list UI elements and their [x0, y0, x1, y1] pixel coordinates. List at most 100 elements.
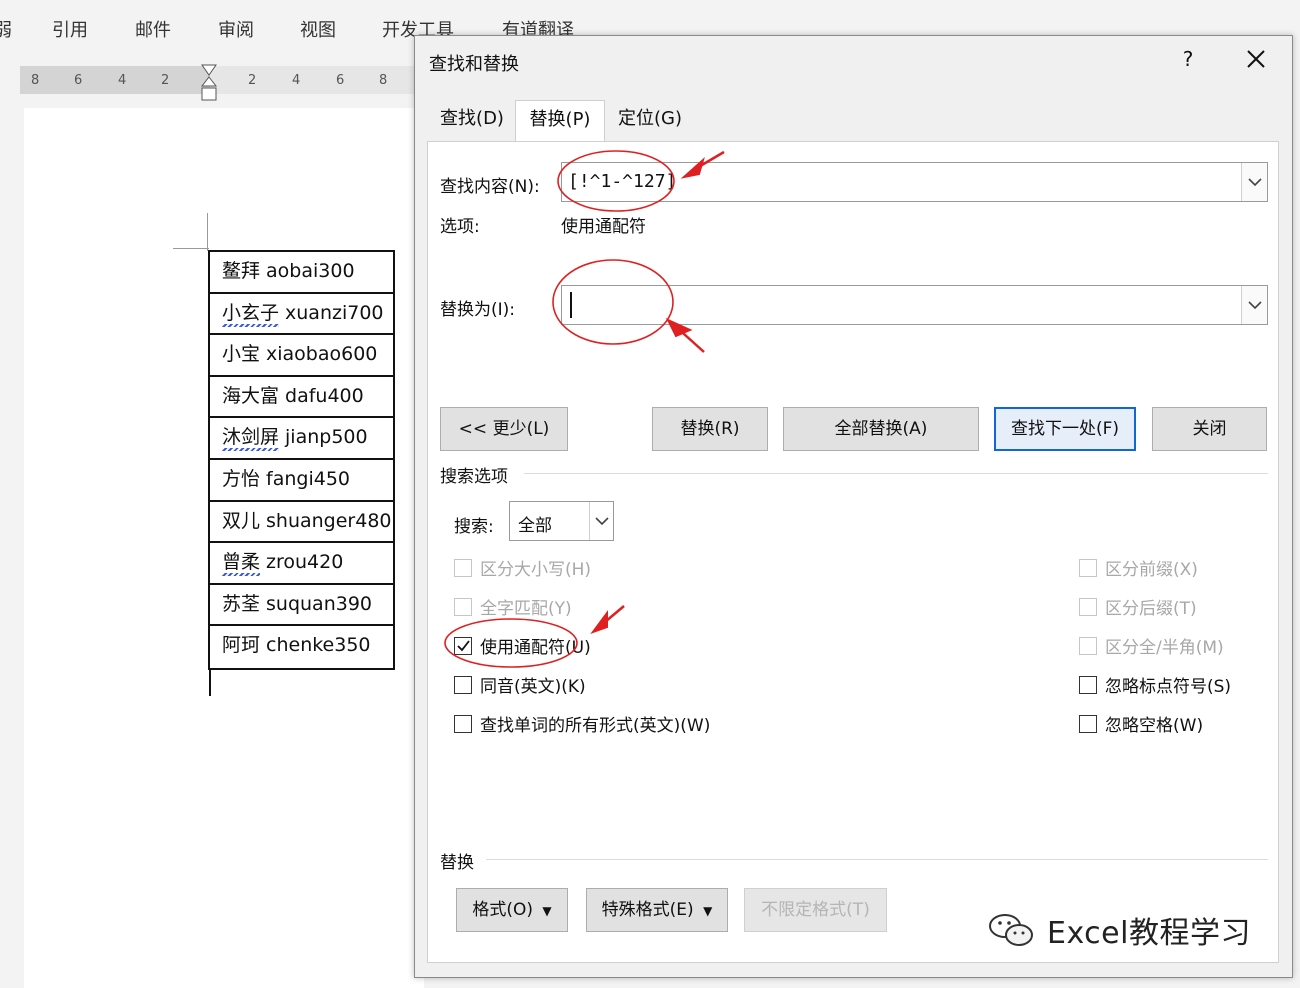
replace-with-label: 替换为(I):: [440, 300, 516, 320]
less-button[interactable]: << 更少(L): [440, 407, 568, 451]
caret-down-icon: ▼: [703, 904, 713, 918]
option-label: 忽略空格(W): [1105, 716, 1204, 736]
table-row[interactable]: 曾柔 zrou420: [210, 543, 393, 585]
option-label: 全字匹配(Y): [480, 599, 572, 619]
replace-button[interactable]: 替换(R): [652, 407, 768, 451]
close-icon[interactable]: [1243, 46, 1269, 72]
chinese-name: 双儿: [222, 509, 261, 532]
pinyin-name: shuanger480: [266, 509, 392, 532]
find-what-value: [!^1-^127]: [568, 171, 677, 192]
option-checkbox[interactable]: 区分大小写(H): [454, 555, 591, 580]
find-next-button[interactable]: 查找下一处(F): [994, 407, 1136, 451]
option-checkbox[interactable]: 区分前缀(X): [1079, 555, 1198, 580]
pinyin-name: xiaobao600: [266, 343, 378, 366]
checkbox-icon[interactable]: [1079, 597, 1097, 616]
chinese-name: 方怡: [222, 467, 261, 490]
document-caret: [209, 668, 211, 696]
replace-all-button[interactable]: 全部替换(A): [783, 407, 979, 451]
horizontal-ruler: 8 6 4 2 2 4 6 8: [20, 64, 420, 101]
table-row[interactable]: 沐剑屏 jianp500: [210, 418, 393, 460]
search-label: 搜索:: [454, 517, 494, 537]
option-label: 区分后缀(T): [1105, 599, 1197, 619]
chevron-down-icon[interactable]: [1241, 286, 1267, 324]
ruler-tick: 4: [292, 73, 301, 88]
ribbon-tab-review[interactable]: 审阅: [218, 16, 254, 42]
table-row[interactable]: 小宝 xiaobao600: [210, 335, 393, 377]
checkbox-icon[interactable]: [1079, 636, 1097, 655]
option-label: 使用通配符(U): [480, 638, 591, 658]
watermark: Excel教程学习: [985, 908, 1251, 952]
ruler-margin-area: [20, 66, 210, 94]
table-row[interactable]: 小玄子 xuanzi700: [210, 294, 393, 336]
ribbon-tab-partial[interactable]: 弱: [0, 16, 12, 42]
option-checkbox[interactable]: 忽略空格(W): [1079, 711, 1203, 736]
table-row[interactable]: 海大富 dafu400: [210, 377, 393, 419]
checkbox-icon[interactable]: [1079, 714, 1097, 733]
option-label: 查找单词的所有形式(英文)(W): [480, 716, 711, 736]
tab-find[interactable]: 查找(D): [429, 100, 515, 140]
no-formatting-button[interactable]: 不限定格式(T): [744, 888, 887, 932]
pinyin-name: jianp500: [285, 426, 368, 449]
indent-marker-icon[interactable]: [201, 64, 217, 102]
checkbox-icon[interactable]: [1079, 558, 1097, 577]
checkbox-icon[interactable]: [454, 558, 472, 577]
format-button-label: 格式(O): [472, 900, 533, 920]
option-checkbox[interactable]: 查找单词的所有形式(英文)(W): [454, 711, 710, 736]
option-checkbox[interactable]: 区分后缀(T): [1079, 594, 1197, 619]
chinese-name: 海大富: [222, 384, 280, 407]
option-checkbox[interactable]: 同音(英文)(K): [454, 672, 586, 697]
pinyin-name: aobai300: [266, 260, 355, 282]
help-button[interactable]: ?: [1177, 47, 1199, 71]
text-caret: [570, 292, 572, 318]
table-row[interactable]: 鳌拜 aobai300: [210, 252, 393, 294]
tab-goto[interactable]: 定位(G): [607, 100, 693, 140]
replace-section-heading: 替换: [440, 853, 474, 873]
special-button-label: 特殊格式(E): [601, 900, 694, 920]
option-label: 区分全/半角(M): [1105, 638, 1224, 658]
ribbon-tab-view[interactable]: 视图: [300, 16, 336, 42]
special-button[interactable]: 特殊格式(E) ▼: [586, 888, 728, 932]
option-label: 同音(英文)(K): [480, 677, 586, 697]
tab-replace[interactable]: 替换(P): [515, 100, 605, 142]
option-checkbox[interactable]: 区分全/半角(M): [1079, 633, 1224, 658]
pinyin-name: chenke350: [266, 634, 371, 657]
ribbon-tab-mailings[interactable]: 邮件: [135, 16, 171, 42]
checkbox-icon[interactable]: [1079, 675, 1097, 694]
checkbox-icon[interactable]: [454, 675, 472, 694]
format-button[interactable]: 格式(O) ▼: [456, 888, 568, 932]
screenshot-stage: 弱 引用 邮件 审阅 视图 开发工具 有道翻译 8 6 4 2 2 4 6 8 …: [0, 0, 1300, 988]
checkbox-icon[interactable]: [454, 714, 472, 733]
pinyin-name: zrou420: [266, 551, 344, 574]
chevron-down-icon[interactable]: [589, 502, 613, 540]
ruler-tick: 2: [161, 73, 170, 88]
option-label: 区分大小写(H): [480, 560, 592, 580]
chevron-down-icon[interactable]: [1241, 163, 1267, 201]
close-button[interactable]: 关闭: [1152, 407, 1267, 451]
names-table[interactable]: 鳌拜 aobai300 小玄子 xuanzi700 小宝 xiaobao600 海大富 daf…: [208, 250, 395, 670]
option-checkbox[interactable]: 忽略标点符号(S): [1079, 672, 1231, 697]
chinese-name: 鳌拜: [222, 260, 261, 282]
ruler-tick: 8: [379, 73, 388, 88]
ruler-tick: 6: [74, 73, 83, 88]
pinyin-name: fangi450: [266, 467, 350, 490]
pinyin-name: xuanzi700: [285, 301, 384, 324]
checkbox-icon[interactable]: [454, 597, 472, 616]
table-row[interactable]: 方怡 fangi450: [210, 460, 393, 502]
ruler-tick: 6: [336, 73, 345, 88]
table-row[interactable]: 阿珂 chenke350: [210, 626, 393, 668]
table-row[interactable]: 苏荃 suquan390: [210, 585, 393, 627]
search-direction-select[interactable]: 全部: [509, 501, 614, 541]
find-what-input[interactable]: [!^1-^127]: [561, 162, 1268, 202]
replace-tab-panel: 查找内容(N): [!^1-^127] 选项: 使用通配符 替换为(I): <<…: [427, 141, 1279, 963]
replace-with-input[interactable]: [561, 285, 1268, 325]
checkbox-checked-icon[interactable]: [454, 636, 472, 655]
table-row[interactable]: 双儿 shuanger480: [210, 502, 393, 544]
margin-guide: [207, 213, 208, 251]
option-label: 忽略标点符号(S): [1105, 677, 1232, 697]
option-checkbox[interactable]: 全字匹配(Y): [454, 594, 572, 619]
margin-guide: [173, 248, 209, 249]
watermark-text: Excel教程学习: [1047, 916, 1251, 951]
search-options-heading: 搜索选项: [440, 467, 508, 487]
option-checkbox[interactable]: 使用通配符(U): [454, 633, 591, 658]
ribbon-tab-references[interactable]: 引用: [52, 16, 88, 42]
